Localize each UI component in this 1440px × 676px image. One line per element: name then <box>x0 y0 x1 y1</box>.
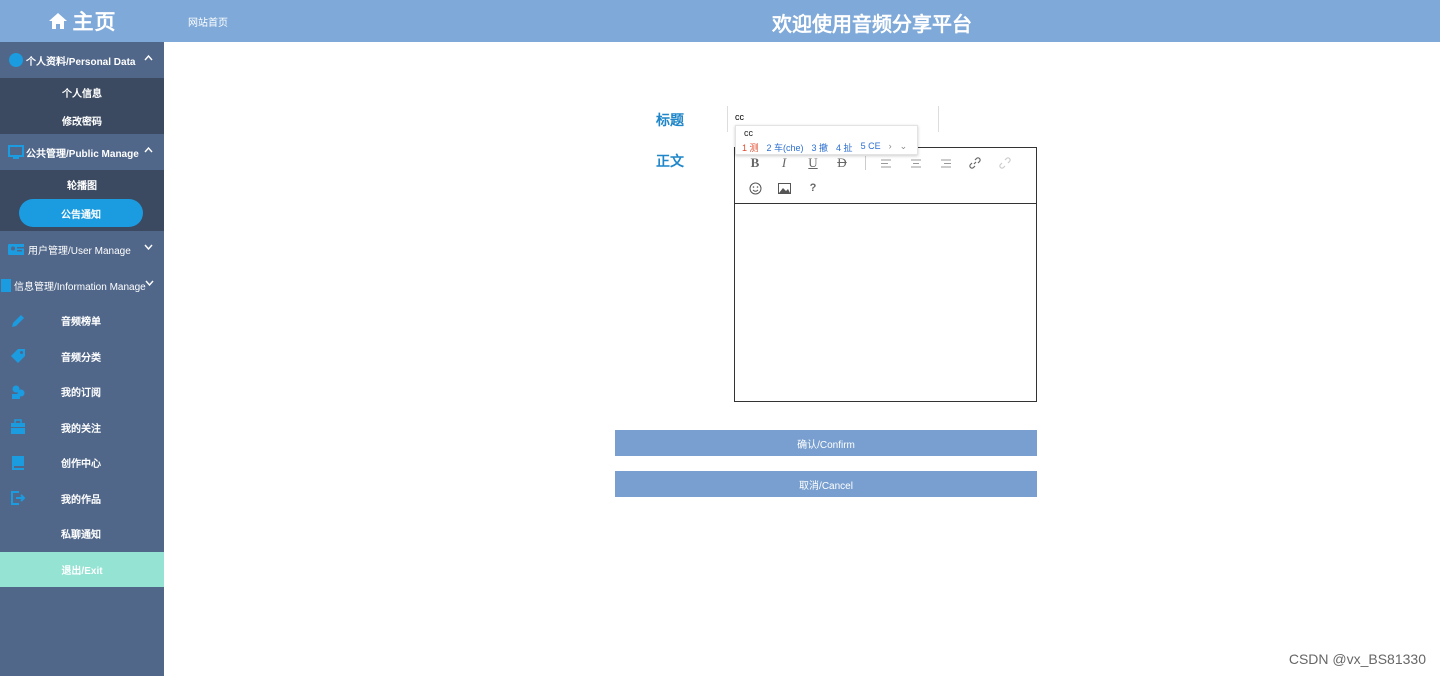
chevron-right-icon[interactable]: › <box>889 141 892 154</box>
briefcase-icon <box>9 419 27 435</box>
breadcrumb-home-link[interactable]: 网站首页 <box>188 14 228 29</box>
brand-label: 主页 <box>72 11 117 34</box>
align-right-icon[interactable] <box>936 154 956 172</box>
ime-candidate[interactable]: 3 撤 <box>812 141 829 154</box>
align-left-icon[interactable] <box>876 154 896 172</box>
ime-candidates: 1 测 2 车(che) 3 撤 4 扯 5 CE › ⌄ <box>742 141 907 154</box>
submenu-personal-data: 个人信息 修改密码 <box>0 78 164 134</box>
sidebar-item-audio-charts[interactable]: 音频榜单 <box>0 303 164 339</box>
group-information-manage[interactable]: 信息管理/Information Manage <box>0 267 164 303</box>
home-link[interactable]: 主页 <box>0 0 164 42</box>
ime-candidate[interactable]: 4 扯 <box>836 141 853 154</box>
toolbar-divider <box>865 156 866 170</box>
sidebar-item-subscriptions[interactable]: 我的订阅 <box>0 374 164 410</box>
image-icon[interactable] <box>774 179 794 197</box>
user-circle-icon <box>8 52 24 68</box>
sidebar-item-carousel[interactable]: 轮播图 <box>0 170 164 198</box>
sidebar-item-announcement[interactable]: 公告通知 <box>19 199 143 227</box>
ime-candidate[interactable]: 2 车(che) <box>767 141 804 154</box>
chevron-down-icon <box>145 280 154 286</box>
strikethrough-icon[interactable]: D <box>832 154 852 172</box>
watermark: CSDN @vx_BS81330 <box>1288 651 1426 667</box>
group-label: 公共管理/Public Manage <box>26 148 139 160</box>
title-input[interactable] <box>735 112 915 122</box>
submenu-public-manage: 轮播图 公告通知 <box>0 170 164 231</box>
menu-label: 创作中心 <box>61 459 101 471</box>
group-public-manage[interactable]: 公共管理/Public Manage <box>0 134 164 170</box>
header: 网站首页 欢迎使用音频分享平台 <box>164 0 1440 42</box>
link-icon[interactable] <box>965 154 985 172</box>
bold-icon[interactable]: B <box>745 154 765 172</box>
align-center-icon[interactable] <box>906 154 926 172</box>
id-card-icon <box>8 241 24 257</box>
monitor-icon <box>8 144 24 160</box>
tag-icon <box>9 348 27 364</box>
group-personal-data[interactable]: 个人资料/Personal Data <box>0 42 164 78</box>
underline-icon[interactable]: U <box>803 154 823 172</box>
ime-composition: cc <box>744 128 753 138</box>
menu-label: 音频榜单 <box>61 317 101 329</box>
sidebar-item-creation-center[interactable]: 创作中心 <box>0 445 164 481</box>
italic-icon[interactable]: I <box>774 154 794 172</box>
sidebar-item-profile[interactable]: 个人信息 <box>0 78 164 106</box>
home-icon <box>48 13 67 29</box>
page-title: 欢迎使用音频分享平台 <box>772 14 972 36</box>
sign-out-icon <box>9 490 27 506</box>
content-label: 正文 <box>656 153 684 169</box>
ime-candidate[interactable]: 1 测 <box>742 141 759 154</box>
exit-button[interactable]: 退出/Exit <box>0 551 164 587</box>
group-label: 个人资料/Personal Data <box>26 56 136 68</box>
chevron-up-icon <box>144 147 153 153</box>
confirm-button[interactable]: 确认/Confirm <box>615 430 1037 456</box>
ime-candidate[interactable]: 5 CE <box>861 141 881 154</box>
chevron-down-icon[interactable]: ⌄ <box>900 141 908 154</box>
sidebar-item-following[interactable]: 我的关注 <box>0 410 164 446</box>
sidebar-item-change-password[interactable]: 修改密码 <box>0 106 164 134</box>
rich-text-editor: B I U D ? <box>734 147 1037 402</box>
book-icon <box>9 455 27 471</box>
cancel-button[interactable]: 取消/Cancel <box>615 471 1037 497</box>
menu-label: 音频分类 <box>61 352 101 364</box>
group-user-manage[interactable]: 用户管理/User Manage <box>0 231 164 267</box>
sidebar-item-private-messages[interactable]: 私聊通知 <box>0 516 164 552</box>
editor-toolbar: B I U D ? <box>735 148 1036 204</box>
ime-candidate-popup: cc 1 测 2 车(che) 3 撤 4 扯 5 CE › ⌄ <box>735 125 918 155</box>
menu-label: 我的关注 <box>61 423 101 435</box>
unlink-icon[interactable] <box>995 154 1015 172</box>
menu-label: 我的作品 <box>61 494 101 506</box>
title-label: 标题 <box>656 112 684 128</box>
users-icon <box>9 384 27 400</box>
menu-label: 我的订阅 <box>61 388 101 400</box>
sidebar-item-audio-category[interactable]: 音频分类 <box>0 339 164 375</box>
edit-icon <box>9 313 27 329</box>
group-label: 用户管理/User Manage <box>28 245 131 257</box>
group-label: 信息管理/Information Manage <box>14 281 146 293</box>
editor-content-area[interactable] <box>735 204 1036 401</box>
sidebar-item-my-works[interactable]: 我的作品 <box>0 481 164 517</box>
chevron-down-icon <box>144 244 153 250</box>
document-icon <box>0 277 12 293</box>
menu-label: 私聊通知 <box>61 530 101 542</box>
emoji-icon[interactable] <box>745 179 765 197</box>
help-icon[interactable]: ? <box>803 179 823 197</box>
chevron-up-icon <box>144 55 153 61</box>
sidebar: 主页 个人资料/Personal Data 个人信息 修改密码 公共管理/Pub… <box>0 0 164 676</box>
